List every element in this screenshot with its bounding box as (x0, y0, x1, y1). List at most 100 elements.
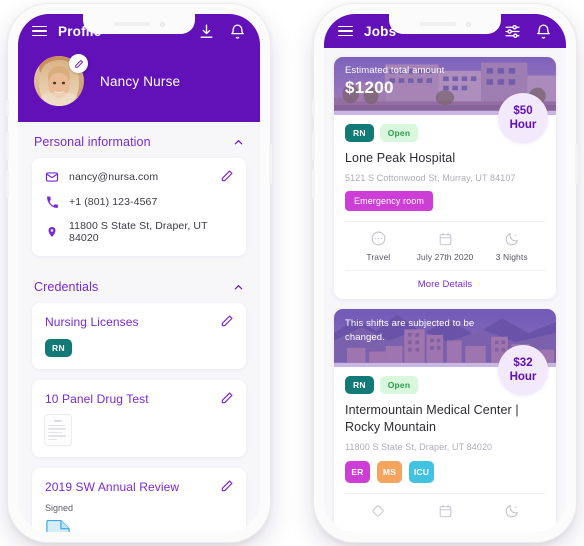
job-specialty-row: ER MS ICU (345, 461, 545, 483)
specialty-tag-icu: ICU (409, 461, 434, 483)
credential-status: Signed (45, 503, 74, 513)
banner-text: This shifts are subjected to be changed. (345, 317, 486, 344)
section-title: Personal information (34, 135, 151, 149)
credential-card-nursing-licenses[interactable]: Nursing Licenses RN (32, 303, 246, 369)
profile-hero: Nancy Nurse (18, 48, 260, 122)
device-notch (83, 14, 195, 34)
rate-amount: $50 (513, 105, 533, 117)
job-meta-date (412, 494, 479, 532)
license-tag-rn: RN (345, 124, 374, 142)
device-volume-down-button (312, 170, 315, 198)
job-meta-nights (478, 494, 545, 532)
document-thumbnail[interactable] (45, 415, 71, 445)
device-volume-down-button (6, 170, 9, 198)
address-value: 11800 S State St, Draper, UT 84020 (69, 220, 208, 244)
credential-title: 10 Panel Drug Test (45, 392, 149, 406)
phone-device-jobs: Jobs Estimated total amount $1200 $50 Ho… (312, 4, 578, 542)
hamburger-menu-icon[interactable] (32, 25, 47, 37)
meta-label: July 27th 2020 (416, 252, 474, 262)
banner-label: Estimated total amount (345, 65, 445, 76)
download-icon[interactable] (198, 23, 215, 40)
job-specialty-pill: Emergency room (345, 191, 433, 211)
banner-text: Estimated total amount $1200 (345, 65, 486, 98)
job-meta-travel: Travel (345, 222, 412, 270)
phone-device-profile: Profile Nancy Nurse Personal information… (6, 4, 272, 542)
device-notch (389, 14, 501, 34)
front-camera (465, 21, 471, 27)
job-meta-row: Travel July 27th 2020 3 Nights (345, 221, 545, 270)
moon-night-icon (478, 502, 545, 519)
job-meta-row (345, 493, 545, 532)
job-meta-nights: 3 Nights (478, 222, 545, 270)
travel-dots-icon (345, 230, 412, 247)
address-row: 11800 S State St, Draper, UT 84020 (45, 220, 233, 244)
hourly-rate-badge: $32 Hour (498, 345, 548, 395)
rate-unit: Hour (509, 119, 537, 131)
email-value: nancy@nursa.com (69, 171, 159, 183)
job-meta-travel (345, 494, 412, 532)
filter-sliders-icon[interactable] (504, 23, 521, 40)
section-credentials[interactable]: Credentials (18, 267, 260, 303)
earpiece-speaker (419, 22, 456, 26)
edit-personal-information-icon[interactable] (220, 169, 234, 183)
license-tag-rn: RN (345, 376, 374, 394)
license-badge-rn: RN (45, 339, 72, 357)
section-personal-information[interactable]: Personal information (18, 122, 260, 158)
profile-content: Personal information nancy@nursa.com +1 … (18, 122, 260, 532)
pencil-edit-icon (74, 59, 83, 68)
phone-icon (45, 195, 59, 209)
device-mute-switch (6, 100, 9, 116)
personal-information-card: nancy@nursa.com +1 (801) 123-4567 11800 … (32, 158, 246, 256)
job-card[interactable]: This shifts are subjected to be changed.… (334, 309, 556, 532)
front-camera (159, 21, 165, 27)
credential-title: Nursing Licenses (45, 315, 139, 329)
map-pin-icon (45, 225, 59, 239)
more-details-link[interactable]: More Details (345, 270, 545, 299)
notification-bell-icon[interactable] (535, 23, 552, 40)
phone-value: +1 (801) 123-4567 (69, 196, 158, 208)
job-facility-name: Lone Peak Hospital (345, 151, 456, 165)
section-title: Credentials (34, 280, 99, 294)
edit-credential-icon[interactable] (220, 479, 234, 493)
profile-screen: Profile Nancy Nurse Personal information… (18, 14, 260, 532)
job-meta-date: July 27th 2020 (412, 222, 479, 270)
status-tag-open: Open (379, 376, 419, 394)
specialty-tag-ms: MS (377, 461, 402, 483)
hourly-rate-badge: $50 Hour (498, 93, 548, 143)
edit-credential-icon[interactable] (220, 391, 234, 405)
calendar-icon (412, 502, 479, 519)
edit-credential-icon[interactable] (220, 314, 234, 328)
hamburger-menu-icon[interactable] (338, 25, 353, 37)
avatar[interactable] (34, 54, 88, 106)
device-power-button (269, 144, 272, 184)
jobs-screen: Jobs Estimated total amount $1200 $50 Ho… (324, 14, 566, 532)
email-row: nancy@nursa.com (45, 170, 233, 184)
travel-diamond-icon (345, 502, 412, 519)
device-power-button (575, 144, 578, 184)
avatar-edit-button[interactable] (69, 54, 88, 73)
specialty-tag-er: ER (345, 461, 370, 483)
credential-card-annual-review[interactable]: 2019 SW Annual Review Signed FILE (32, 468, 246, 532)
jobs-list: Estimated total amount $1200 $50 Hour RN… (324, 48, 566, 532)
rate-amount: $32 (513, 357, 533, 369)
notification-bell-icon[interactable] (229, 23, 246, 40)
device-volume-up-button (6, 132, 9, 160)
file-document-icon[interactable]: FILE (45, 519, 71, 532)
job-facility-name: Intermountain Medical Center | Rocky Mou… (345, 403, 519, 434)
chevron-up-icon[interactable] (233, 282, 244, 293)
phone-row: +1 (801) 123-4567 (45, 195, 233, 209)
banner-amount: $1200 (345, 78, 394, 97)
job-address: 11800 S State St, Draper, UT 84020 (345, 442, 493, 452)
status-tag-open: Open (379, 124, 419, 142)
device-mute-switch (312, 100, 315, 116)
moon-night-icon (478, 230, 545, 247)
credential-card-drug-test[interactable]: 10 Panel Drug Test (32, 380, 246, 457)
meta-label: Travel (366, 252, 391, 262)
chevron-up-icon[interactable] (233, 137, 244, 148)
job-address: 5121 S Cottonwood St, Murray, UT 84107 (345, 173, 516, 183)
profile-user-name: Nancy Nurse (100, 73, 181, 89)
meta-label: 3 Nights (495, 252, 528, 262)
device-volume-up-button (312, 132, 315, 160)
job-card[interactable]: Estimated total amount $1200 $50 Hour RN… (334, 57, 556, 299)
screenshot-stage: Profile Nancy Nurse Personal information… (0, 0, 584, 546)
